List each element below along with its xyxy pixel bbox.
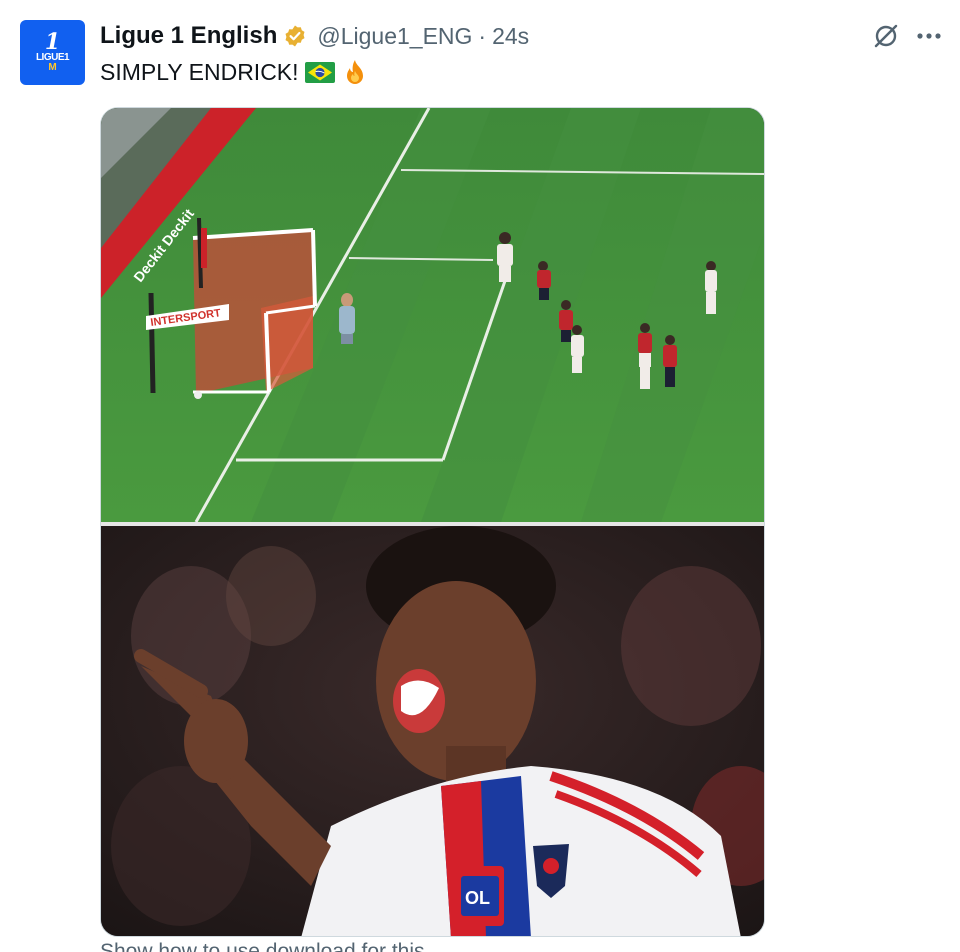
tweet-header: Ligue 1 English @Ligue1_ENG · 24s (100, 20, 529, 52)
account-handle[interactable]: @Ligue1_ENG (317, 23, 472, 50)
celebration-photo[interactable]: OL (101, 526, 764, 936)
avatar-logo-mark: M (48, 62, 57, 73)
jersey-badge-text: OL (465, 888, 490, 908)
tweet-footer-text: Show how to use download for this (100, 940, 425, 952)
grok-icon (874, 24, 898, 48)
brazil-flag-icon (304, 61, 335, 83)
tweet-text: SIMPLY ENDRICK! (100, 58, 369, 86)
more-options-button[interactable] (912, 20, 946, 52)
separator-dot: · (478, 22, 487, 49)
display-name[interactable]: Ligue 1 English (100, 22, 277, 50)
grok-button[interactable] (870, 20, 902, 52)
account-avatar[interactable]: 1 LIGUE1 M (20, 20, 85, 85)
fire-icon (341, 58, 369, 86)
avatar-logo-number: 1 (44, 29, 61, 55)
more-options-icon (917, 33, 941, 39)
tweet-body: SIMPLY ENDRICK! (100, 58, 299, 85)
tweet-timestamp[interactable]: 24s (492, 23, 529, 50)
goal-scene-photo[interactable]: Deckit Deckit INTERSPORT (101, 108, 764, 522)
tweet-media[interactable]: Deckit Deckit INTERSPORT OL (100, 107, 765, 937)
verified-badge-icon[interactable] (283, 24, 307, 48)
